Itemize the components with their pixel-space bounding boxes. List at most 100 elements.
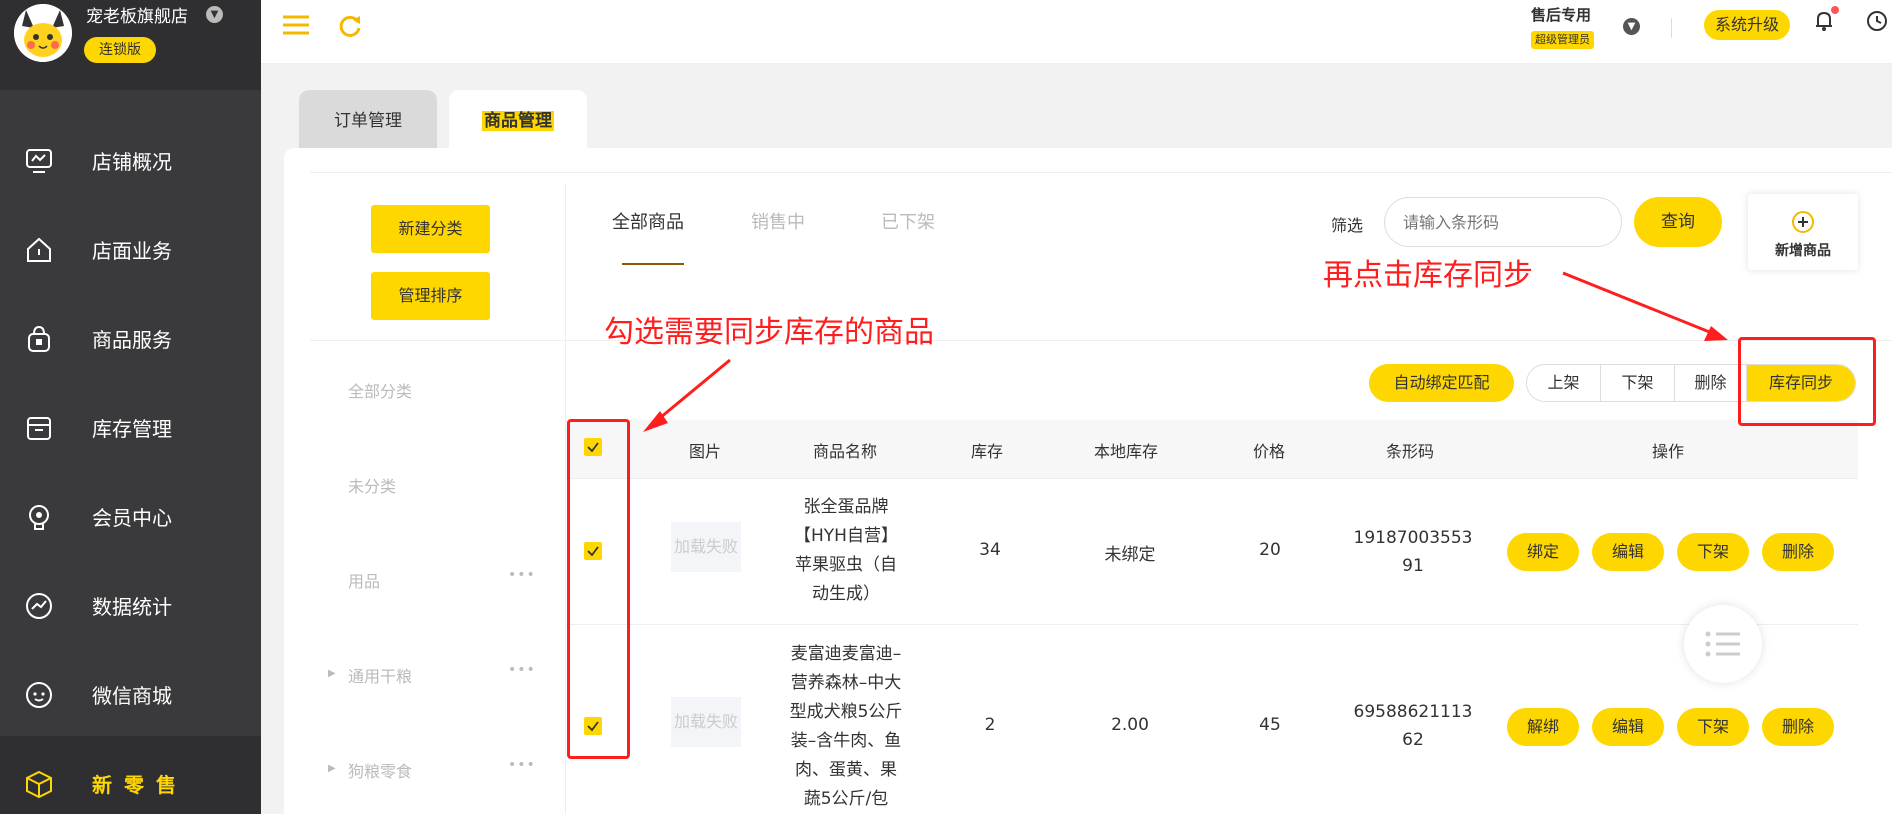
bell-icon[interactable] — [1814, 10, 1834, 32]
tab-on-sale[interactable]: 销售中 — [751, 208, 805, 234]
sidebar-item-label: 新零售 — [92, 773, 188, 797]
delete-button[interactable]: 删除 — [1675, 365, 1747, 401]
delete-button[interactable]: 删除 — [1762, 533, 1834, 571]
category-item-supplies[interactable]: 用品 — [348, 568, 380, 592]
chart-icon — [26, 592, 52, 619]
barcode-search-input[interactable] — [1384, 197, 1622, 247]
name-line: 营养森林–中大 — [790, 673, 902, 693]
delete-button[interactable]: 删除 — [1762, 708, 1834, 746]
box-icon — [27, 416, 51, 440]
tab-label: 商品管理 — [482, 111, 554, 131]
annotation-sync-highlight — [1738, 337, 1876, 426]
sidebar-item-wechat-mall[interactable]: 微信商城 — [0, 650, 261, 739]
add-product-button[interactable]: 新增商品 — [1748, 194, 1858, 270]
local-stock-value: 未绑定 — [1104, 545, 1156, 565]
header-divider — [1671, 18, 1672, 38]
name-line: 苹果驱虫（自 — [795, 555, 897, 575]
active-tab-indicator — [622, 263, 684, 265]
barcode-line: 69588621113 — [1353, 702, 1473, 722]
name-line: 动生成） — [812, 584, 880, 604]
sidebar-item-label: 商品服务 — [92, 328, 172, 352]
menu-icon[interactable] — [281, 13, 311, 37]
local-stock-value: 2.00 — [1111, 715, 1149, 735]
sidebar-item-label: 会员中心 — [92, 506, 172, 530]
sidebar-nav: 店铺概况 店面业务 商品服务 库存管理 会员中心 数据统计 微信商城 新零售 — [0, 116, 261, 814]
sidebar-item-product-service[interactable]: 商品服务 — [0, 294, 261, 383]
product-name: 张全蛋品牌 【HYH自营】 苹果驱虫（自 动生成） — [781, 493, 911, 609]
floating-list-button[interactable] — [1684, 605, 1762, 683]
unshelve-button[interactable]: 下架 — [1677, 708, 1749, 746]
sidebar-item-new-retail[interactable]: 新零售 — [0, 739, 261, 814]
edition-badge: 连锁版 — [84, 37, 156, 63]
more-icon[interactable]: ••• — [508, 662, 536, 678]
tab-product-management[interactable]: 商品管理 — [449, 90, 587, 148]
divider — [310, 172, 1892, 173]
barcode-line: 62 — [1402, 730, 1424, 750]
category-item-uncategorized[interactable]: 未分类 — [348, 473, 396, 497]
product-image: 加载失败 — [671, 697, 741, 747]
name-line: 张全蛋品牌 — [803, 497, 889, 517]
store-dropdown-icon[interactable]: ▼ — [206, 6, 223, 23]
name-line: 型成犬粮5公斤 — [789, 702, 903, 722]
bind-button[interactable]: 绑定 — [1507, 533, 1579, 571]
sidebar-item-label: 微信商城 — [92, 684, 172, 708]
store-avatar[interactable] — [14, 4, 72, 62]
stock-value: 34 — [979, 540, 1001, 560]
sidebar-item-label: 店铺概况 — [92, 150, 172, 174]
auto-bind-button[interactable]: 自动绑定匹配 — [1369, 364, 1514, 402]
sidebar-item-store-business[interactable]: 店面业务 — [0, 205, 261, 294]
column-header-local-stock: 本地库存 — [1094, 442, 1159, 461]
top-bar: 售后专用 超级管理员 ▼ 系统升级 — [261, 0, 1892, 64]
refresh-icon[interactable] — [337, 13, 363, 39]
chat-icon — [26, 681, 52, 708]
role-badge: 超级管理员 — [1531, 31, 1594, 49]
divider — [310, 340, 566, 341]
new-category-button[interactable]: 新建分类 — [371, 205, 490, 253]
role-title: 售后专用 — [1531, 6, 1592, 24]
tab-all-products[interactable]: 全部商品 — [612, 208, 684, 234]
sidebar-item-statistics[interactable]: 数据统计 — [0, 561, 261, 650]
sidebar-item-inventory[interactable]: 库存管理 — [0, 383, 261, 472]
tab-off-shelf[interactable]: 已下架 — [881, 208, 935, 234]
home-icon — [27, 237, 51, 262]
query-button[interactable]: 查询 — [1634, 197, 1722, 247]
unbind-button[interactable]: 解绑 — [1507, 708, 1579, 746]
system-upgrade-button[interactable]: 系统升级 — [1704, 10, 1790, 40]
sidebar-item-member-center[interactable]: 会员中心 — [0, 472, 261, 561]
unshelve-button[interactable]: 下架 — [1677, 533, 1749, 571]
edit-button[interactable]: 编辑 — [1592, 533, 1664, 571]
sidebar-item-label: 数据统计 — [92, 595, 172, 619]
barcode-value: 69588621113 62 — [1350, 698, 1476, 754]
column-header-image: 图片 — [689, 442, 722, 461]
barcode-value: 19187003553 91 — [1350, 524, 1476, 580]
caret-right-icon[interactable]: ▶ — [328, 763, 336, 774]
more-icon[interactable]: ••• — [508, 757, 536, 773]
price-value: 45 — [1259, 715, 1281, 735]
sidebar-header: 宠老板旗舰店 ▼ 连锁版 — [0, 0, 261, 90]
barcode-line: 91 — [1402, 556, 1424, 576]
monitor-icon — [26, 148, 52, 173]
tab-order-management[interactable]: 订单管理 — [299, 90, 437, 148]
clock-icon[interactable] — [1866, 10, 1888, 32]
unshelve-button[interactable]: 下架 — [1601, 365, 1675, 401]
member-icon — [29, 504, 49, 530]
manage-sort-button[interactable]: 管理排序 — [371, 272, 490, 320]
filter-label: 筛选 — [1331, 216, 1364, 235]
more-icon[interactable]: ••• — [508, 567, 536, 583]
cube-icon — [26, 770, 52, 798]
edit-button[interactable]: 编辑 — [1592, 708, 1664, 746]
sidebar-item-store-overview[interactable]: 店铺概况 — [0, 116, 261, 205]
sidebar-item-label: 库存管理 — [92, 417, 172, 441]
caret-right-icon[interactable]: ▶ — [328, 668, 336, 679]
column-header-stock: 库存 — [971, 442, 1004, 461]
plus-icon — [1792, 211, 1814, 233]
divider — [566, 478, 1858, 479]
category-item-all[interactable]: 全部分类 — [348, 378, 412, 402]
bag-icon — [28, 325, 50, 352]
category-item-dog-snacks[interactable]: 狗粮零食 — [348, 758, 412, 782]
category-item-dry-food[interactable]: 通用干粮 — [348, 663, 412, 687]
shelve-button[interactable]: 上架 — [1527, 365, 1601, 401]
account-dropdown-icon[interactable]: ▼ — [1623, 18, 1640, 35]
sidebar-item-label: 店面业务 — [92, 239, 172, 263]
product-image: 加载失败 — [671, 522, 741, 572]
